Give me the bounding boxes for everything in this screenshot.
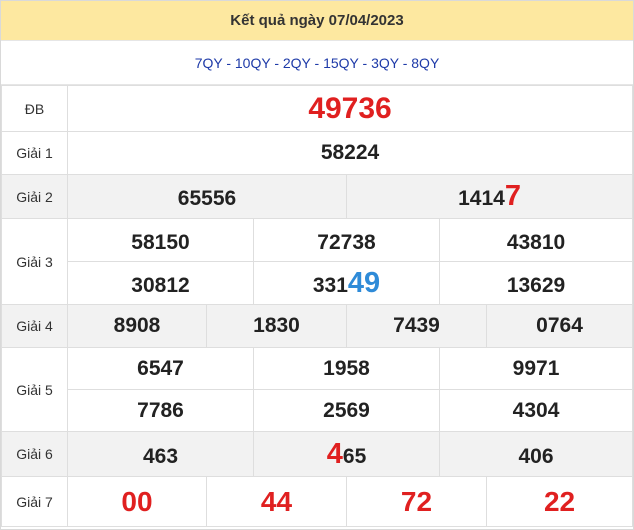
- prize-3-number: 43810: [438, 218, 634, 262]
- results-panel: Kết quả ngày 07/04/2023 7QY - 10QY - 2QY…: [0, 0, 634, 530]
- row-prize-6: Giải 6 463 465 406: [1, 431, 634, 477]
- prize-1-number: 58224: [66, 131, 634, 175]
- number-digits: 1414: [458, 187, 505, 210]
- prize-6-number: 463: [67, 431, 254, 477]
- prize-5-number: 6547: [67, 347, 254, 390]
- prize-label: Giải 1: [1, 131, 68, 175]
- prize-6-number: 406: [438, 431, 634, 477]
- row-prize-5: Giải 5 6547 1958 9971: [1, 347, 634, 432]
- prize-label: Giải 2: [1, 174, 68, 219]
- prize-label: Giải 4: [1, 304, 68, 348]
- highlighted-digits: 49: [347, 266, 381, 299]
- special-prize-number: 49736: [66, 85, 634, 132]
- number-digits: 43810: [506, 230, 566, 254]
- number-digits: 13629: [506, 273, 566, 297]
- prize-7-number: 22: [485, 476, 634, 527]
- row-prize-3: Giải 3 58150 72738 43810: [1, 218, 634, 305]
- prize-5-number: 4304: [438, 389, 634, 432]
- number-digits: 65556: [177, 187, 237, 210]
- number-digits: 72738: [317, 230, 376, 254]
- highlighted-digits: 4: [326, 437, 343, 470]
- number-digits: 30812: [131, 273, 190, 297]
- prize-4-number: 8908: [67, 304, 207, 348]
- row-prize-1: Giải 1 58224: [1, 131, 634, 175]
- row-prize-7: Giải 7 00 44 72 22: [1, 476, 634, 527]
- prize-3-number: 13629: [438, 261, 634, 305]
- ticket-codes: 7QY - 10QY - 2QY - 15QY - 3QY - 8QY: [1, 41, 633, 85]
- prize-label: Giải 6: [1, 431, 68, 477]
- prize-4-number: 1830: [206, 304, 347, 348]
- row-prize-2: Giải 2 65556 14147: [1, 174, 634, 219]
- prize-3-number: 58150: [67, 218, 254, 262]
- prize-4-number: 7439: [346, 304, 487, 348]
- row-special-prize: ĐB 49736: [1, 85, 634, 132]
- prize-5-number: 2569: [253, 389, 440, 432]
- prize-3-number: 33149: [253, 261, 440, 305]
- prize-2-number: 14147: [345, 174, 634, 219]
- prize-7-number: 00: [67, 476, 207, 527]
- number-digits: 58150: [131, 230, 190, 254]
- prize-6-number: 465: [253, 431, 440, 477]
- row-prize-4: Giải 4 8908 1830 7439 0764: [1, 304, 634, 348]
- prize-7-number: 72: [346, 476, 487, 527]
- prize-2-number: 65556: [67, 174, 347, 219]
- number-digits: 331: [312, 273, 348, 297]
- prize-5-number: 7786: [67, 389, 254, 432]
- number-digits: 463: [142, 444, 179, 468]
- results-title: Kết quả ngày 07/04/2023: [1, 1, 633, 41]
- number-digits: 406: [518, 444, 554, 468]
- prize-label: Giải 3: [1, 218, 68, 305]
- row-prize-3b: 30812 33149 13629: [2, 261, 634, 305]
- prize-5-number: 1958: [253, 347, 440, 390]
- prize-5-number: 9971: [438, 347, 634, 390]
- results-table: ĐB 49736 Giải 1 58224 Giải 2 65556 14147…: [1, 85, 634, 527]
- prize-4-number: 0764: [485, 304, 634, 348]
- prize-label: ĐB: [1, 85, 68, 132]
- number-digits: 65: [342, 444, 367, 468]
- prize-label: Giải 5: [1, 347, 68, 432]
- prize-label: Giải 7: [1, 476, 68, 527]
- prize-3-number: 72738: [253, 218, 440, 262]
- row-prize-5b: 7786 2569 4304: [2, 389, 634, 432]
- highlighted-digits: 7: [504, 180, 521, 212]
- prize-7-number: 44: [206, 476, 347, 527]
- prize-3-number: 30812: [67, 261, 254, 305]
